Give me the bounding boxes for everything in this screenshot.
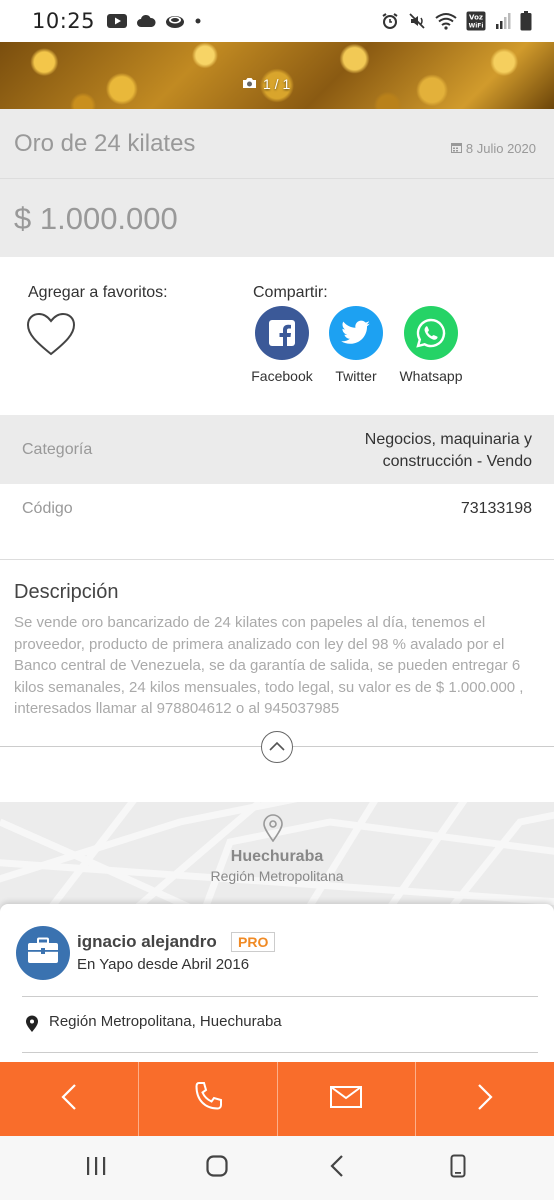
screen-toggle-button[interactable] — [438, 1148, 478, 1188]
home-icon — [206, 1154, 228, 1182]
seller-divider-bottom — [22, 1052, 538, 1053]
listing-date-text: 8 Julio 2020 — [465, 141, 536, 156]
next-button[interactable] — [416, 1062, 554, 1136]
home-button[interactable] — [197, 1148, 237, 1188]
location-map[interactable]: Huechuraba Región Metropolitana — [0, 802, 554, 912]
chevron-left-icon — [61, 1083, 77, 1116]
code-key: Código — [22, 500, 73, 517]
youtube-icon — [107, 14, 128, 28]
phone-screen-icon — [450, 1154, 466, 1183]
status-time: 10:25 — [32, 9, 96, 33]
chevron-right-icon — [477, 1083, 493, 1116]
map-pin-icon — [262, 814, 284, 847]
call-button[interactable] — [139, 1062, 278, 1136]
facebook-icon — [255, 306, 309, 360]
code-value: 73133198 — [460, 500, 532, 517]
chevron-up-icon — [269, 738, 285, 756]
map-commune: Huechuraba — [230, 848, 324, 865]
listing-date: 8 Julio 2020 — [450, 141, 536, 156]
listing-price: $ 1.000.000 — [14, 201, 178, 236]
seller-card: ignacio alejandro PRO En Yapo desde Abri… — [0, 904, 554, 1064]
share-whatsapp-button[interactable]: Whatsapp — [391, 306, 471, 384]
photo-counter: 1 / 1 — [242, 76, 290, 92]
favorites-label: Agregar a favoritos: — [28, 284, 168, 301]
share-facebook-button[interactable]: Facebook — [242, 306, 322, 384]
mail-icon — [330, 1085, 363, 1113]
pro-badge: PRO — [231, 932, 276, 952]
category-row: Categoría Negocios, maquinaria y constru… — [0, 415, 554, 484]
twitter-icon — [329, 306, 383, 360]
recent-apps-button[interactable] — [76, 1148, 116, 1188]
calendar-icon — [450, 141, 462, 156]
battery-icon — [520, 11, 532, 31]
share-whatsapp-label: Whatsapp — [399, 368, 463, 384]
briefcase-icon — [27, 937, 59, 970]
wifi-icon — [435, 12, 457, 30]
previous-button[interactable] — [0, 1062, 139, 1136]
share-twitter-label: Twitter — [335, 368, 377, 384]
price-row: $ 1.000.000 — [0, 179, 554, 257]
action-bar — [0, 1062, 554, 1136]
location-pin-icon — [25, 1015, 39, 1038]
title-row: Oro de 24 kilates 8 Julio 2020 — [0, 109, 554, 179]
seller-location: Región Metropolitana, Huechuraba — [49, 1013, 282, 1030]
whatsapp-icon — [404, 306, 458, 360]
listing-title: Oro de 24 kilates — [14, 130, 196, 157]
system-nav-bar — [0, 1136, 554, 1200]
listing-photo[interactable]: 1 / 1 — [0, 42, 554, 109]
seller-since: En Yapo desde Abril 2016 — [77, 956, 250, 973]
status-bar: 10:25 Voz WiFi — [0, 0, 554, 42]
collapse-button[interactable] — [261, 731, 293, 763]
dot-icon — [194, 17, 202, 25]
avatar[interactable] — [16, 926, 70, 980]
email-button[interactable] — [278, 1062, 417, 1136]
share-label: Compartir: — [253, 284, 328, 301]
camera-icon — [242, 76, 257, 92]
seller-name[interactable]: ignacio alejandro — [77, 932, 217, 952]
description-text: Se vende oro bancarizado de 24 kilates c… — [14, 614, 524, 717]
description-title: Descripción — [14, 581, 119, 603]
app-icon — [165, 13, 185, 29]
category-value: Negocios, maquinaria y construcción - Ve… — [364, 431, 532, 470]
share-facebook-label: Facebook — [251, 368, 313, 384]
back-icon — [330, 1154, 344, 1182]
alarm-icon — [381, 12, 399, 30]
favorite-heart-icon[interactable] — [26, 312, 76, 363]
category-key: Categoría — [22, 441, 93, 458]
phone-icon — [192, 1081, 224, 1118]
photo-counter-text: 1 / 1 — [263, 76, 291, 92]
svg-text:Voz: Voz — [469, 14, 483, 22]
mute-icon — [408, 12, 426, 30]
cloud-icon — [136, 14, 156, 28]
signal-icon — [495, 12, 511, 30]
seller-divider — [22, 996, 538, 997]
volte-icon: Voz WiFi — [466, 11, 486, 31]
share-twitter-button[interactable]: Twitter — [316, 306, 396, 384]
code-row: Código 73133198 — [0, 484, 554, 560]
back-button[interactable] — [317, 1148, 357, 1188]
svg-text:WiFi: WiFi — [469, 23, 484, 30]
map-region: Región Metropolitana — [210, 868, 344, 884]
recents-icon — [85, 1156, 107, 1181]
